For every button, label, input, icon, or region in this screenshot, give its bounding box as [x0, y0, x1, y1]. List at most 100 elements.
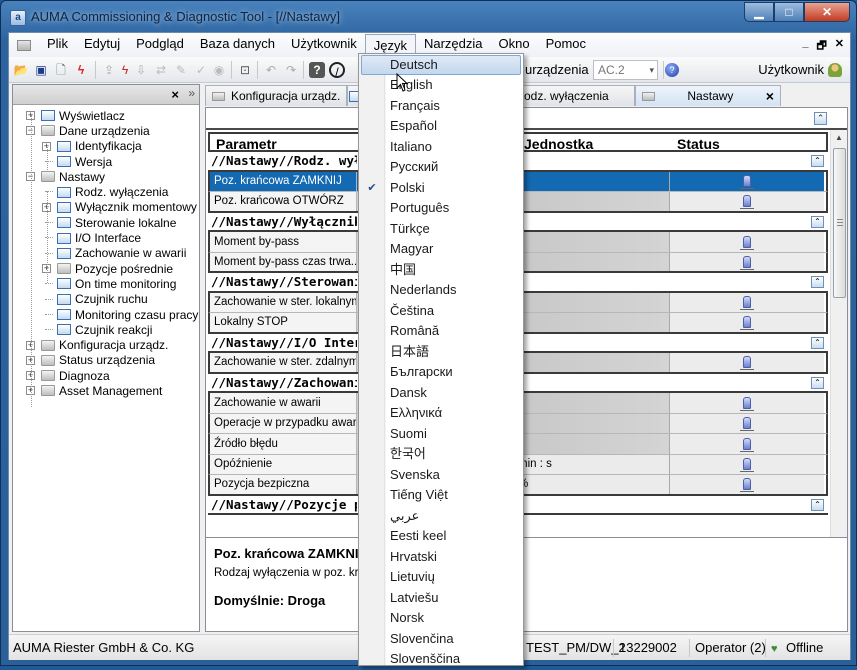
menu-pomoc[interactable]: Pomoc: [538, 33, 594, 55]
language-option[interactable]: Türkçe: [359, 219, 523, 240]
user-label[interactable]: Użytkownik: [758, 62, 824, 77]
language-option[interactable]: Dansk: [359, 383, 523, 404]
menu-narzędzia[interactable]: Narzędzia: [416, 33, 491, 55]
language-option[interactable]: Norsk: [359, 608, 523, 629]
tab-odz-wyłączenia[interactable]: odz. wyłączenia: [519, 85, 635, 106]
scroll-up-icon[interactable]: ▲: [831, 130, 847, 146]
collapse-section-button[interactable]: ⌃: [811, 336, 824, 349]
language-option[interactable]: Tiếng Việt: [359, 485, 523, 506]
expand-panel-icon[interactable]: »: [188, 86, 195, 100]
tree-item[interactable]: Rodz. wyłączenia: [13, 184, 199, 199]
close-panel-icon[interactable]: ×: [171, 87, 179, 102]
tree-item[interactable]: Wersja: [13, 154, 199, 169]
language-option[interactable]: Deutsch: [361, 55, 521, 75]
menu-edytuj[interactable]: Edytuj: [76, 33, 128, 55]
stop-icon[interactable]: /: [329, 62, 345, 79]
upload-icon[interactable]: ⇪: [101, 62, 117, 78]
undo-icon[interactable]: ↶: [263, 62, 279, 78]
language-option[interactable]: Eesti keel: [359, 526, 523, 547]
language-option[interactable]: عربي: [359, 506, 523, 527]
language-option[interactable]: Français: [359, 96, 523, 117]
menu-okno[interactable]: Okno: [491, 33, 538, 55]
language-option[interactable]: Português: [359, 198, 523, 219]
mdi-close-button[interactable]: ✕: [835, 37, 844, 56]
column-header-parametr[interactable]: Parametr: [210, 134, 359, 152]
language-option[interactable]: Italiano: [359, 137, 523, 158]
help-icon[interactable]: ?: [309, 62, 325, 78]
language-option[interactable]: Nederlands: [359, 280, 523, 301]
close-tab-icon[interactable]: ×: [766, 88, 774, 104]
language-option[interactable]: Magyar: [359, 239, 523, 260]
language-option[interactable]: Svenska: [359, 465, 523, 486]
screenshot-icon[interactable]: ⊡: [237, 62, 253, 78]
language-option[interactable]: Български: [359, 362, 523, 383]
language-option[interactable]: Ελληνικά: [359, 403, 523, 424]
tree-item[interactable]: + Pozycje pośrednie: [13, 261, 199, 276]
save-icon[interactable]: ▣: [33, 62, 49, 78]
language-option[interactable]: Slovenčina: [359, 629, 523, 650]
tree-item[interactable]: + Identyfikacja: [13, 139, 199, 154]
tree-item[interactable]: − Dane urządzenia: [13, 123, 199, 138]
language-option[interactable]: Lietuvių: [359, 567, 523, 588]
menu-podgląd[interactable]: Podgląd: [128, 33, 192, 55]
mdi-restore-button[interactable]: 🗗: [816, 37, 826, 56]
language-option[interactable]: ✔ Polski: [359, 178, 523, 199]
tree-item[interactable]: + Wyświetlacz: [13, 108, 199, 123]
record-icon[interactable]: ◉: [211, 62, 227, 78]
close-button[interactable]: ✕: [804, 2, 850, 22]
mdi-minimize-button[interactable]: _: [802, 37, 808, 56]
tree-item[interactable]: Monitoring czasu pracy: [13, 307, 199, 322]
edit-icon[interactable]: ✎: [173, 62, 189, 78]
menu-plik[interactable]: Plik: [39, 33, 76, 55]
tree-item[interactable]: Sterowanie lokalne: [13, 215, 199, 230]
language-option[interactable]: Latviešu: [359, 588, 523, 609]
menu-użytkownik[interactable]: Użytkownik: [283, 33, 365, 55]
check-icon[interactable]: ✓: [193, 62, 209, 78]
tree-item[interactable]: + Diagnoza: [13, 368, 199, 383]
open-folder-icon[interactable]: 📂: [13, 62, 29, 78]
scroll-thumb[interactable]: [833, 148, 846, 298]
maximize-button[interactable]: □: [774, 2, 804, 22]
language-option[interactable]: 日本語: [359, 342, 523, 363]
language-option[interactable]: Suomi: [359, 424, 523, 445]
language-option[interactable]: Hrvatski: [359, 547, 523, 568]
tree-item[interactable]: + Asset Management: [13, 383, 199, 398]
collapse-all-button[interactable]: ⌃: [814, 112, 827, 125]
tree-item[interactable]: Czujnik reakcji: [13, 322, 199, 337]
language-option[interactable]: English: [359, 75, 523, 96]
language-option[interactable]: Română: [359, 321, 523, 342]
tab-nastawy[interactable]: Nastawy ×: [635, 85, 781, 106]
column-header-jednostka[interactable]: Jednostka: [518, 134, 671, 152]
menu-baza-danych[interactable]: Baza danych: [192, 33, 283, 55]
language-option[interactable]: Čeština: [359, 301, 523, 322]
collapse-section-button[interactable]: ⌃: [811, 215, 824, 228]
download-icon[interactable]: ⇩: [133, 62, 149, 78]
language-option[interactable]: 中国: [359, 260, 523, 281]
tree-item[interactable]: Czujnik ruchu: [13, 292, 199, 307]
tree-item[interactable]: + Konfiguracja urządz.: [13, 337, 199, 352]
collapse-section-button[interactable]: ⌃: [811, 155, 824, 167]
language-option[interactable]: Español: [359, 116, 523, 137]
tree-item[interactable]: I/O Interface: [13, 230, 199, 245]
column-header-status[interactable]: Status: [671, 134, 826, 152]
print-preview-icon[interactable]: 🗋: [53, 62, 69, 78]
connect-icon[interactable]: ϟ: [73, 62, 89, 78]
tree-item[interactable]: + Wyłącznik momentowy: [13, 200, 199, 215]
tree-item[interactable]: + Status urządzenia: [13, 353, 199, 368]
tree-item[interactable]: On time monitoring: [13, 276, 199, 291]
collapse-section-button[interactable]: ⌃: [811, 276, 824, 288]
tree-item[interactable]: − Nastawy: [13, 169, 199, 184]
disconnect-icon[interactable]: ϟ: [117, 62, 133, 78]
redo-icon[interactable]: ↷: [283, 62, 299, 78]
minimize-button[interactable]: ▁: [744, 2, 774, 22]
language-option[interactable]: 한국어: [359, 444, 523, 465]
device-combo[interactable]: AC.2 ▾: [593, 60, 658, 80]
language-option[interactable]: Русский: [359, 157, 523, 178]
compare-icon[interactable]: ⇄: [153, 62, 169, 78]
mdi-system-icon[interactable]: [17, 39, 31, 51]
user-icon[interactable]: [828, 62, 842, 77]
collapse-section-button[interactable]: ⌃: [811, 498, 824, 511]
language-option[interactable]: Slovenščina: [359, 649, 523, 670]
tree-item[interactable]: Zachowanie w awarii: [13, 246, 199, 261]
info-icon[interactable]: ?: [665, 63, 679, 77]
